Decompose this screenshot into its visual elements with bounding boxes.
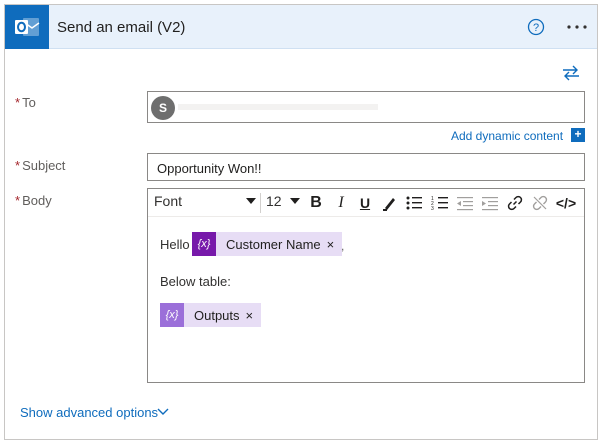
caret-down-icon xyxy=(246,198,256,204)
dynamic-token-outputs[interactable]: {x} Outputs × xyxy=(160,303,262,327)
remove-token-button[interactable]: × xyxy=(246,308,262,323)
italic-button[interactable]: I xyxy=(331,193,351,213)
toolbar-divider xyxy=(260,193,261,213)
font-size-value: 12 xyxy=(266,193,282,209)
underline-button[interactable]: U xyxy=(355,193,375,213)
subject-label: Subject xyxy=(22,158,66,173)
expression-icon: {x} xyxy=(160,303,184,327)
rich-text-toolbar: Font 12 B I U 123 </> xyxy=(148,189,584,217)
action-title: Send an email (V2) xyxy=(57,19,186,36)
card-header[interactable]: Send an email (V2) ? xyxy=(5,5,597,49)
action-card: Send an email (V2) ? * To S Add dynamic c… xyxy=(4,4,598,440)
token-label: Outputs xyxy=(194,307,240,323)
add-dynamic-content-button[interactable]: + xyxy=(571,128,585,142)
swap-arrows-icon[interactable] xyxy=(561,65,581,81)
required-marker: * xyxy=(15,95,21,110)
font-size-dropdown[interactable]: 12 xyxy=(266,193,300,213)
body-text-comma: , xyxy=(341,239,345,253)
add-dynamic-content-link[interactable]: Add dynamic content xyxy=(451,129,563,143)
body-editor[interactable]: Font 12 B I U 123 </> Hello {x} Customer… xyxy=(147,188,585,383)
caret-down-icon xyxy=(290,198,300,204)
required-marker: * xyxy=(15,158,21,173)
bold-button[interactable]: B xyxy=(306,193,326,213)
token-label: Customer Name xyxy=(226,236,321,252)
remove-token-button[interactable]: × xyxy=(327,237,343,252)
expression-icon: {x} xyxy=(192,232,216,256)
chevron-down-icon[interactable] xyxy=(157,407,169,417)
more-ellipsis-icon[interactable] xyxy=(565,18,589,36)
subject-input[interactable]: Opportunity Won!! xyxy=(147,153,585,181)
subject-label-group: * Subject xyxy=(15,158,65,173)
show-advanced-options-link[interactable]: Show advanced options xyxy=(20,405,158,420)
bullet-list-icon[interactable] xyxy=(404,193,424,213)
increase-indent-icon[interactable] xyxy=(480,193,500,213)
svg-text:?: ? xyxy=(533,22,539,34)
font-dropdown[interactable]: Font xyxy=(154,193,256,213)
help-circle-icon[interactable]: ? xyxy=(527,18,545,36)
code-view-button[interactable]: </> xyxy=(554,193,578,213)
decrease-indent-icon[interactable] xyxy=(455,193,475,213)
dynamic-token-customer-name[interactable]: {x} Customer Name × xyxy=(192,232,343,256)
body-label: Body xyxy=(22,193,52,208)
to-label: To xyxy=(22,95,36,110)
outlook-icon xyxy=(5,5,49,49)
numbered-list-icon[interactable]: 123 xyxy=(430,193,450,213)
link-icon[interactable] xyxy=(505,193,525,213)
unlink-icon[interactable] xyxy=(530,193,550,213)
redacted-recipient xyxy=(178,104,378,110)
to-label-group: * To xyxy=(15,95,36,110)
body-label-group: * Body xyxy=(15,193,52,208)
svg-text:3: 3 xyxy=(431,206,434,211)
highlight-pen-icon[interactable] xyxy=(380,193,400,213)
body-text-hello: Hello xyxy=(160,237,190,252)
body-text-below: Below table: xyxy=(160,274,231,289)
to-field[interactable]: S xyxy=(147,91,585,123)
font-dropdown-value: Font xyxy=(154,193,183,209)
required-marker: * xyxy=(15,193,21,208)
avatar[interactable]: S xyxy=(151,96,175,120)
